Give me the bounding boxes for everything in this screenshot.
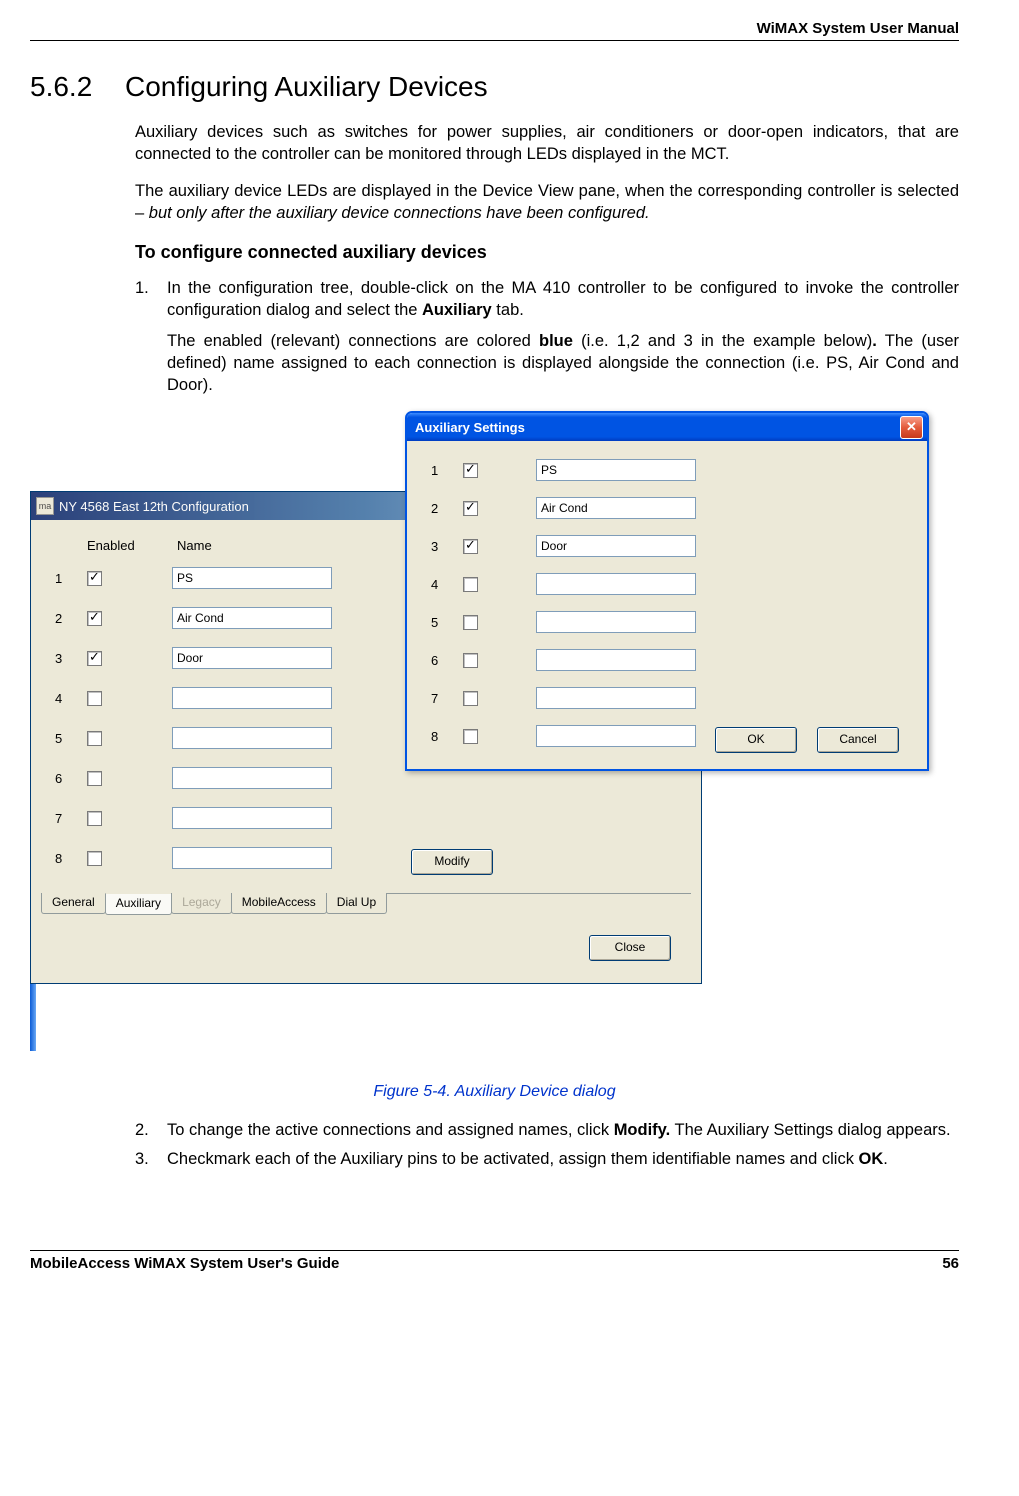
tabs-row: GeneralAuxiliaryLegacyMobileAccessDial U… (41, 893, 691, 915)
config-row-7: 7 (41, 807, 691, 829)
row-number: 3 (431, 539, 463, 554)
page-footer: MobileAccess WiMAX System User's Guide 5… (30, 1250, 959, 1272)
aux-checkbox-1[interactable] (463, 463, 478, 478)
auxiliary-settings-window: Auxiliary Settings ✕ 1 PS 2 Air Cond 3 Door 4 5… (405, 411, 929, 771)
tab-general[interactable]: General (41, 893, 106, 914)
footer-page-number: 56 (942, 1255, 959, 1272)
name-input-3[interactable]: Door (172, 647, 332, 669)
enabled-checkbox-1[interactable] (87, 571, 102, 586)
ok-button[interactable]: OK (715, 727, 797, 753)
close-button[interactable]: Close (589, 935, 671, 961)
aux-window-title: Auxiliary Settings (415, 420, 525, 435)
row-number: 1 (431, 463, 463, 478)
config-window-title: NY 4568 East 12th Configuration (59, 499, 249, 514)
aux-row-6: 6 (417, 649, 917, 671)
row-number: 5 (55, 731, 87, 746)
aux-checkbox-8[interactable] (463, 729, 478, 744)
row-number: 3 (55, 651, 87, 666)
aux-checkbox-5[interactable] (463, 615, 478, 630)
aux-checkbox-2[interactable] (463, 501, 478, 516)
aux-row-3: 3 Door (417, 535, 917, 557)
figure-caption: Figure 5-4. Auxiliary Device dialog (30, 1083, 959, 1101)
paragraph-1: Auxiliary devices such as switches for p… (135, 121, 959, 166)
aux-name-input-4[interactable] (536, 573, 696, 595)
name-input-5[interactable] (172, 727, 332, 749)
name-input-1[interactable]: PS (172, 567, 332, 589)
col-enabled: Enabled (87, 538, 177, 553)
section-title: Configuring Auxiliary Devices (125, 71, 488, 102)
aux-name-input-7[interactable] (536, 687, 696, 709)
row-number: 5 (431, 615, 463, 630)
tab-dial-up[interactable]: Dial Up (326, 893, 387, 914)
row-number: 8 (55, 851, 87, 866)
aux-name-input-5[interactable] (536, 611, 696, 633)
aux-checkbox-6[interactable] (463, 653, 478, 668)
step-2: 2. To change the active connections and … (135, 1119, 959, 1141)
aux-name-input-1[interactable]: PS (536, 459, 696, 481)
name-input-8[interactable] (172, 847, 332, 869)
section-number: 5.6.2 (30, 71, 125, 103)
row-number: 4 (431, 577, 463, 592)
tab-auxiliary[interactable]: Auxiliary (105, 893, 172, 915)
aux-row-2: 2 Air Cond (417, 497, 917, 519)
enabled-checkbox-2[interactable] (87, 611, 102, 626)
aux-row-5: 5 (417, 611, 917, 633)
enabled-checkbox-8[interactable] (87, 851, 102, 866)
name-input-4[interactable] (172, 687, 332, 709)
aux-row-4: 4 (417, 573, 917, 595)
aux-checkbox-7[interactable] (463, 691, 478, 706)
aux-name-input-8[interactable] (536, 725, 696, 747)
row-number: 6 (431, 653, 463, 668)
name-input-6[interactable] (172, 767, 332, 789)
tab-legacy: Legacy (171, 893, 232, 914)
name-input-2[interactable]: Air Cond (172, 607, 332, 629)
row-number: 6 (55, 771, 87, 786)
enabled-checkbox-7[interactable] (87, 811, 102, 826)
enabled-checkbox-5[interactable] (87, 731, 102, 746)
modify-button[interactable]: Modify (411, 849, 493, 875)
step-1: 1. In the configuration tree, double-cli… (135, 277, 959, 322)
close-icon[interactable]: ✕ (900, 416, 923, 439)
figure-area: ma NY 4568 East 12th Configuration Enabl… (30, 411, 925, 1071)
row-number: 8 (431, 729, 463, 744)
paragraph-2: The auxiliary device LEDs are displayed … (135, 180, 959, 225)
name-input-7[interactable] (172, 807, 332, 829)
enabled-checkbox-6[interactable] (87, 771, 102, 786)
aux-row-7: 7 (417, 687, 917, 709)
row-number: 2 (55, 611, 87, 626)
cancel-button[interactable]: Cancel (817, 727, 899, 753)
subheading: To configure connected auxiliary devices (135, 242, 959, 263)
aux-row-1: 1 PS (417, 459, 917, 481)
aux-name-input-6[interactable] (536, 649, 696, 671)
row-number: 7 (431, 691, 463, 706)
tab-mobileaccess[interactable]: MobileAccess (231, 893, 327, 914)
col-name: Name (177, 538, 212, 553)
step-1-sub: The enabled (relevant) connections are c… (167, 330, 959, 397)
row-number: 7 (55, 811, 87, 826)
app-icon: ma (36, 497, 54, 515)
page-header: WiMAX System User Manual (30, 20, 959, 41)
row-number: 4 (55, 691, 87, 706)
section-heading: 5.6.2Configuring Auxiliary Devices (30, 71, 959, 103)
aux-name-input-2[interactable]: Air Cond (536, 497, 696, 519)
aux-name-input-3[interactable]: Door (536, 535, 696, 557)
aux-checkbox-3[interactable] (463, 539, 478, 554)
row-number: 2 (431, 501, 463, 516)
aux-checkbox-4[interactable] (463, 577, 478, 592)
footer-left: MobileAccess WiMAX System User's Guide (30, 1255, 339, 1272)
enabled-checkbox-3[interactable] (87, 651, 102, 666)
enabled-checkbox-4[interactable] (87, 691, 102, 706)
step-3: 3. Checkmark each of the Auxiliary pins … (135, 1148, 959, 1170)
aux-titlebar[interactable]: Auxiliary Settings ✕ (407, 413, 927, 441)
row-number: 1 (55, 571, 87, 586)
